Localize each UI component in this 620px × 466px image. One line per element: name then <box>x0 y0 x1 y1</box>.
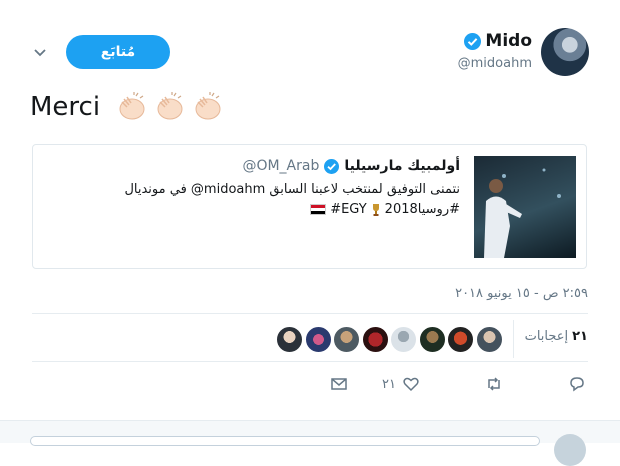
verified-badge-icon <box>464 33 481 50</box>
likes-separator <box>513 320 514 358</box>
quoted-author-name[interactable]: أولمبيك مارسيليا <box>344 158 460 174</box>
likes-summary[interactable]: ٢١ إعجابات <box>525 329 588 344</box>
author-display-name[interactable]: Mido <box>485 31 532 51</box>
like-count: ٢١ <box>382 376 396 392</box>
hashtag-egy[interactable]: #EGY <box>330 202 366 217</box>
quoted-tweet-text-line2: #روسيا2018 #EGY <box>310 202 460 217</box>
liker-avatar[interactable] <box>275 325 304 354</box>
clapping-hands-emoji-2 <box>152 90 186 124</box>
tweet-text-content: Merci <box>30 92 101 122</box>
clapping-hands-emoji-3 <box>190 90 224 124</box>
divider-bottom <box>32 361 588 362</box>
liker-avatar[interactable] <box>304 325 333 354</box>
tweet-timestamp[interactable]: ٢:٥٩ ص - ١٥ يونيو ٢٠١٨ <box>455 286 588 301</box>
clapping-hands-emoji-1 <box>114 90 148 124</box>
likes-label: إعجابات <box>524 329 569 344</box>
heart-icon <box>402 375 420 393</box>
current-user-avatar <box>554 434 586 466</box>
quoted-author-handle[interactable]: @OM_Arab <box>242 158 319 174</box>
quoted-tweet-text-line1: نتمنى التوفيق لمنتخب لاعبنا السابق midoa… <box>124 182 460 197</box>
quoted-tweet-header: أولمبيك مارسيليا @OM_Arab <box>242 158 460 174</box>
hashtag-russia2018[interactable]: #روسيا2018 <box>385 202 460 217</box>
chevron-down-icon[interactable] <box>30 42 50 62</box>
liker-avatar[interactable] <box>418 325 447 354</box>
reply-input[interactable] <box>30 436 540 446</box>
liker-avatar[interactable] <box>361 325 390 354</box>
likes-count: ٢١ <box>572 329 588 344</box>
egypt-flag-emoji <box>310 204 327 215</box>
author-avatar[interactable] <box>541 28 589 76</box>
following-button[interactable]: مُتابَع <box>66 35 170 69</box>
tweet-text: Merci <box>30 90 224 124</box>
liker-avatar[interactable] <box>475 325 504 354</box>
liker-avatar[interactable] <box>389 325 418 354</box>
reply-button[interactable] <box>568 374 586 394</box>
direct-message-button[interactable] <box>330 374 348 394</box>
quoted-tweet-image[interactable] <box>474 156 576 258</box>
author-handle[interactable]: @midoahm <box>458 56 532 71</box>
like-button[interactable]: ٢١ <box>382 374 420 394</box>
divider-top <box>32 313 588 314</box>
reply-icon <box>568 375 586 393</box>
trophy-emoji <box>371 203 381 217</box>
mail-icon <box>330 375 348 393</box>
liker-avatar[interactable] <box>332 325 361 354</box>
retweet-button[interactable] <box>485 374 503 394</box>
retweet-icon <box>485 375 503 393</box>
verified-badge-icon <box>324 158 340 174</box>
liker-avatar[interactable] <box>446 325 475 354</box>
